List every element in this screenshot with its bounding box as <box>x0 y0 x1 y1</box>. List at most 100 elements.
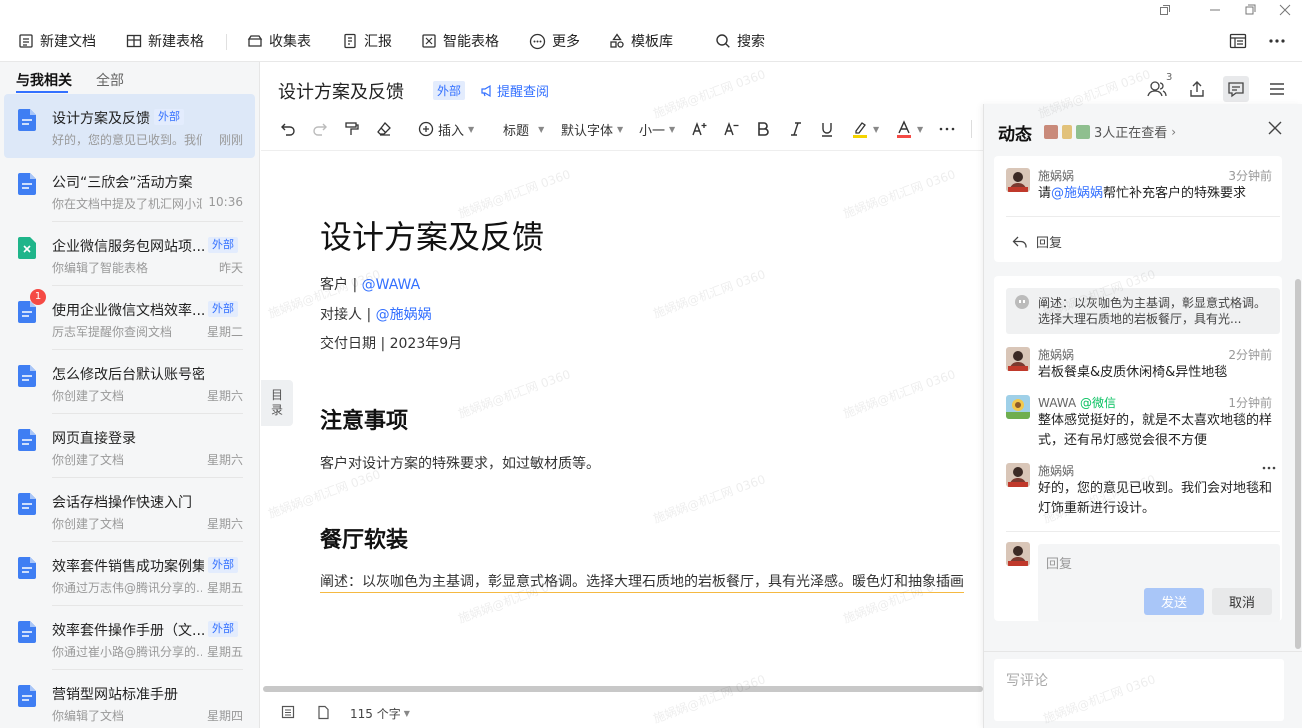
doc-list-item-subtitle: 你创建了文档 <box>52 453 125 467</box>
close-panel-icon[interactable] <box>1268 121 1282 135</box>
highlight-icon[interactable]: ▼ <box>851 117 879 141</box>
active-tab-indicator <box>16 91 68 93</box>
format-painter-icon[interactable] <box>344 117 360 141</box>
outline-menu-button[interactable] <box>1264 76 1290 102</box>
doc-list-item-time: 星期二 <box>206 325 243 339</box>
doc-list-item-title: 使用企业微信文档效率... <box>52 303 204 319</box>
italic-icon[interactable] <box>789 117 803 141</box>
doc-list-item[interactable]: 效率套件操作手册（文... 外部 你通过崔小路@腾讯分享的... 星期五 <box>4 606 255 670</box>
reply-button[interactable]: 回复 <box>1012 232 1062 251</box>
doc-list-item[interactable]: 会话存档操作快速入门 你创建了文档 星期六 <box>4 478 255 542</box>
more-circle-icon <box>529 33 546 49</box>
avatar <box>1006 347 1030 371</box>
tab-all[interactable]: 全部 <box>96 70 124 90</box>
font-size-select[interactable]: 小一 ▼ <box>639 117 675 141</box>
new-sheet-button[interactable]: 新建表格 <box>126 28 204 54</box>
doc-file-icon <box>18 557 36 579</box>
external-badge: 外部 <box>154 109 184 125</box>
remind-button[interactable]: 提醒查阅 <box>480 81 549 100</box>
commented-paragraph[interactable]: 阐述：以灰咖色为主基调，彰显意式格调。选择大理石质地的岩板餐厅，具有光泽感。暖色… <box>320 571 964 593</box>
doc-file-icon <box>18 621 36 643</box>
horizontal-scrollbar[interactable] <box>263 686 983 692</box>
more-button[interactable]: 更多 <box>529 28 580 54</box>
increase-font-icon[interactable] <box>691 117 709 141</box>
viewer-count: 3 <box>1166 72 1173 83</box>
bold-icon[interactable] <box>756 117 770 141</box>
doc-file-icon <box>18 109 36 131</box>
comment-time: 2分钟前 <box>1228 348 1272 362</box>
minimize-icon[interactable] <box>1205 2 1225 18</box>
avatar <box>1006 395 1030 419</box>
doc-list-item-subtitle: 你通过崔小路@腾讯分享的... <box>52 645 202 659</box>
outline-icon[interactable] <box>281 705 295 719</box>
contact-mention[interactable]: @施娲娲 <box>376 307 432 323</box>
page-icon[interactable] <box>317 705 330 720</box>
redo-icon[interactable] <box>312 117 328 141</box>
doc-list-item[interactable]: 网页直接登录 你创建了文档 星期六 <box>4 414 255 478</box>
doc-list-item-time: 星期五 <box>206 581 243 595</box>
more-format-icon[interactable] <box>939 117 955 141</box>
new-doc-button[interactable]: 新建文档 <box>18 28 96 54</box>
decrease-font-icon[interactable] <box>723 117 741 141</box>
doc-list-item[interactable]: 效率套件销售成功案例集 外部 你通过万志伟@腾讯分享的... 星期五 <box>4 542 255 606</box>
external-badge: 外部 <box>208 557 238 573</box>
templates-button[interactable]: 模板库 <box>609 28 673 54</box>
share-button[interactable] <box>1184 76 1210 102</box>
collaborators-button[interactable]: 3 <box>1144 72 1172 102</box>
quote-icon <box>1015 295 1029 309</box>
maximize-icon[interactable] <box>1240 2 1260 18</box>
client-line: 客户 | @WAWA <box>320 277 421 293</box>
doc-list-item[interactable]: 使用企业微信文档效率... 外部 厉志军提醒你查阅文档 星期二 1 <box>4 286 255 350</box>
font-color-icon[interactable]: ▼ <box>895 117 923 141</box>
doc-list-item-subtitle: 你创建了文档 <box>52 517 125 531</box>
comment-time: 3分钟前 <box>1228 169 1272 183</box>
comments-panel-button[interactable] <box>1223 76 1249 102</box>
comment-time: 1分钟前 <box>1228 396 1272 410</box>
write-comment-input[interactable]: 写评论 <box>994 659 1284 721</box>
doc-file-icon <box>18 301 36 323</box>
divider <box>1006 531 1280 532</box>
doc-list-item-subtitle: 你创建了文档 <box>52 389 125 403</box>
doc-list-item[interactable]: 怎么修改后台默认账号密码... 你创建了文档 星期六 <box>4 350 255 414</box>
tab-related[interactable]: 与我相关 <box>16 70 72 90</box>
cancel-button[interactable]: 取消 <box>1212 588 1272 615</box>
smart-sheet-button[interactable]: 智能表格 <box>421 28 499 54</box>
plus-circle-icon <box>418 121 434 137</box>
panel-scrollbar[interactable] <box>1295 279 1301 649</box>
document-body[interactable]: 设计方案及反馈 客户 | @WAWA 对接人 | @施娲娲 交付日期 | 202… <box>261 152 983 684</box>
comment-mention[interactable]: @施娲娲 <box>1051 186 1103 201</box>
float-window-icon[interactable] <box>1155 2 1175 18</box>
quoted-text[interactable]: 阐述：以灰咖色为主基调，彰显意式格调。选择大理石质地的岩板餐厅，具有光... <box>1006 288 1280 334</box>
font-select[interactable]: 默认字体 ▼ <box>561 117 623 141</box>
doc-list-item[interactable]: 公司“三欣会”活动方案 你在文档中提及了机汇网小汇 10:36 <box>4 158 255 222</box>
close-window-icon[interactable] <box>1275 2 1295 18</box>
doc-list-item-title: 怎么修改后台默认账号密码... <box>52 367 204 383</box>
underline-icon[interactable] <box>820 117 834 141</box>
clear-format-icon[interactable] <box>376 117 392 141</box>
form-button[interactable]: 收集表 <box>247 28 311 54</box>
menu-dots-icon[interactable] <box>1268 28 1286 54</box>
comment-thread-card: 阐述：以灰咖色为主基调，彰显意式格调。选择大理石质地的岩板餐厅，具有光... 施… <box>994 276 1282 622</box>
doc-list-item[interactable]: 设计方案及反馈外部好的，您的意见已收到。我们... 刚刚 <box>4 94 255 158</box>
doc-list-item-time: 昨天 <box>218 261 243 275</box>
send-button[interactable]: 发送 <box>1144 588 1204 615</box>
doc-list-item[interactable]: 企业微信服务包网站项... 外部 你编辑了智能表格 昨天 <box>4 222 255 286</box>
report-button[interactable]: 汇报 <box>342 28 392 54</box>
insert-button[interactable]: 插入 ▼ <box>418 117 474 141</box>
comment-more-icon[interactable] <box>1262 466 1276 470</box>
client-mention[interactable]: @WAWA <box>362 277 421 293</box>
users-icon <box>1147 81 1167 97</box>
layout-toggle-icon[interactable] <box>1229 28 1247 54</box>
viewer-avatar <box>1076 124 1090 139</box>
toc-toggle[interactable]: 目 录 <box>261 380 293 426</box>
search-button[interactable]: 搜索 <box>715 28 765 54</box>
doc-list-item-title: 设计方案及反馈 <box>52 111 150 127</box>
doc-list-item[interactable]: 营销型网站标准手册 你编辑了文档 星期四 <box>4 670 255 728</box>
viewers-indicator[interactable]: 3人正在查看 › <box>1044 122 1176 141</box>
notification-badge: 1 <box>30 289 46 305</box>
undo-icon[interactable] <box>280 117 296 141</box>
heading-select[interactable]: 标题 ▼ <box>503 117 544 141</box>
divider <box>984 651 1302 652</box>
external-badge: 外部 <box>433 81 466 100</box>
word-count[interactable]: 115 个字 ▼ <box>350 705 410 722</box>
